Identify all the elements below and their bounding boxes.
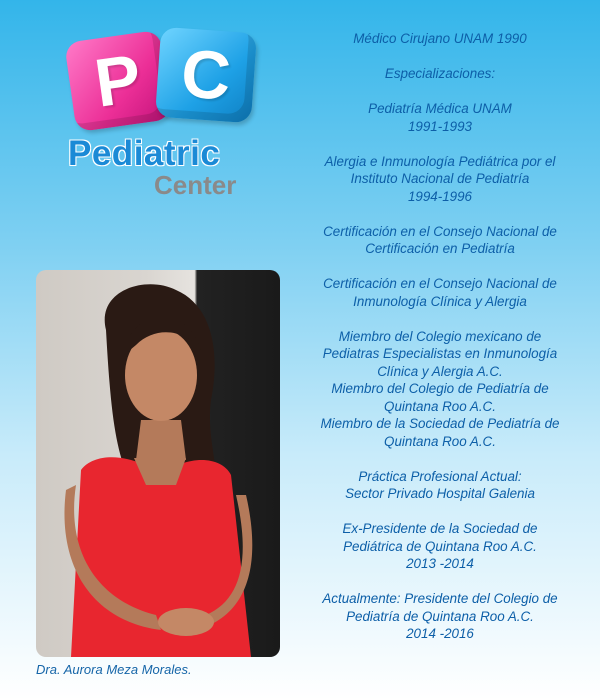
bio-line: Ex-Presidente de la Sociedad de <box>342 521 538 536</box>
bio-line: Certificación en Pediatría <box>365 241 515 256</box>
bio-line: Pediatría de Quintana Roo A.C. <box>346 608 534 624</box>
bio-line: Miembro del Colegio mexicano de <box>338 328 542 344</box>
bio-line: Médico Cirujano UNAM 1990 <box>353 31 527 46</box>
bio-line: Pediatras Especialistas en Inmunología <box>322 346 558 361</box>
brand-name: Pediatric <box>68 134 221 173</box>
bio-line: Miembro del Colegio de Pediatría de <box>331 381 549 396</box>
bio-line: Quintana Roo A.C. <box>384 433 496 449</box>
doctor-bio: Médico Cirujano UNAM 1990 Especializacio… <box>292 30 588 643</box>
bio-line: Instituto Nacional de Pediatría <box>350 171 530 186</box>
bio-line: Certificación en el Consejo Nacional de <box>323 223 557 239</box>
bio-line: Actualmente: Presidente del Colegio de <box>322 591 558 606</box>
bio-line: Inmunología Clínica y Alergia <box>353 293 527 309</box>
brand-subtitle: Center <box>154 170 237 200</box>
bio-line: 1991-1993 <box>407 118 473 134</box>
bio-line: Práctica Profesional Actual: <box>358 468 522 484</box>
bio-line: Clínica y Alergia A.C. <box>377 363 503 379</box>
bio-line: Quintana Roo A.C. <box>384 398 496 414</box>
bio-line: 1994-1996 <box>407 188 473 204</box>
bio-line: Alergia e Inmunología Pediátrica por el <box>324 153 556 169</box>
bio-line: 2013 -2014 <box>406 556 474 571</box>
bio-line: Pediátrica de Quintana Roo A.C. <box>343 538 537 554</box>
bio-line: Sector Privado Hospital Galenia <box>345 486 535 501</box>
bio-line: Certificación en el Consejo Nacional de <box>323 276 557 291</box>
bio-line: Pediatría Médica UNAM <box>368 101 512 116</box>
bio-line: 2014 -2016 <box>406 626 474 641</box>
blue-cube-icon: C <box>154 26 258 124</box>
doctor-portrait-photo <box>36 270 280 657</box>
logo-letter-c: C <box>178 35 234 115</box>
logo-letter-p: P <box>90 40 146 122</box>
pediatric-center-logo: P C Pediatric Center <box>62 26 262 203</box>
pink-cube-icon: P <box>64 29 172 133</box>
bio-line: Miembro de la Sociedad de Pediatría de <box>320 416 560 431</box>
portrait-illustration <box>64 284 253 657</box>
photo-caption: Dra. Aurora Meza Morales. <box>36 662 192 677</box>
bio-line: Especializaciones: <box>384 66 496 81</box>
